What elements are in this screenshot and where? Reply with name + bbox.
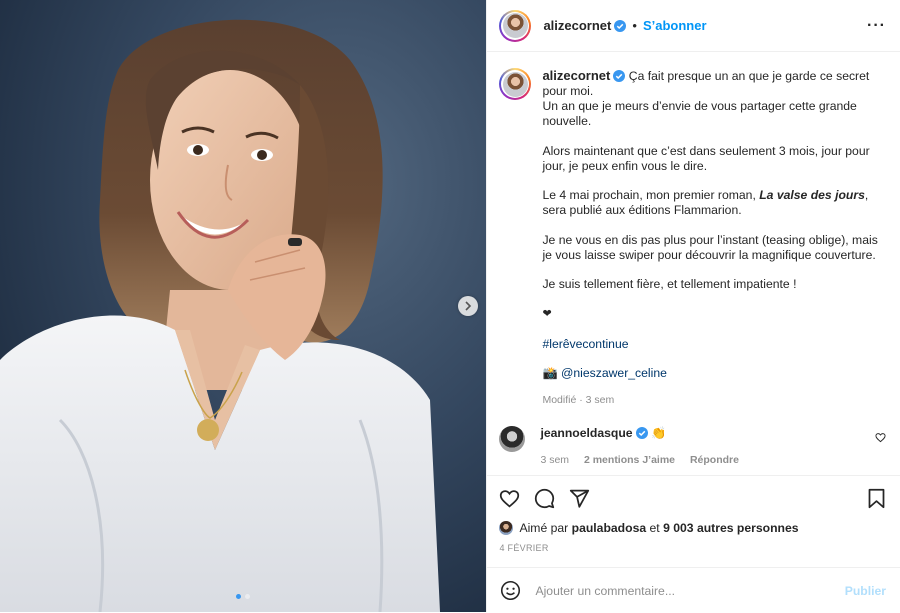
author-avatar[interactable] xyxy=(499,9,532,42)
caption-text: alizecornet Ça fait presque un an que je… xyxy=(542,68,886,408)
more-options-icon[interactable]: ··· xyxy=(867,17,886,35)
caption-para-2: Alors maintenant que c’est dans seulemen… xyxy=(542,143,870,173)
post-header: alizecornet • S’abonner ··· xyxy=(487,0,900,52)
credit-mention-link[interactable]: @nieszawer_celine xyxy=(561,366,667,380)
comment-time[interactable]: 3 sem xyxy=(540,454,569,466)
save-button[interactable] xyxy=(867,488,886,509)
edited-label: Modifié xyxy=(542,393,577,406)
comment-like-heart-icon[interactable] xyxy=(875,432,886,443)
commenter-avatar[interactable] xyxy=(499,425,526,452)
heart-icon xyxy=(500,490,520,508)
bookmark-icon xyxy=(868,488,885,509)
caption-para-3-a: Le 4 mai prochain, mon premier roman, xyxy=(542,188,760,203)
book-title: La valse des jours xyxy=(759,188,865,203)
caption-heart: ❤ xyxy=(542,307,552,320)
commenter-username[interactable]: jeannoeldasque xyxy=(540,426,632,440)
emoji-icon[interactable] xyxy=(500,580,521,601)
publish-button[interactable]: Publier xyxy=(845,584,886,598)
caption-para-4: Je ne vous en dis pas plus pour l’instan… xyxy=(542,232,878,262)
follow-button[interactable]: S’abonner xyxy=(643,18,707,33)
caption-time: 3 sem xyxy=(585,393,615,406)
camera-emoji: 📸 xyxy=(542,366,558,381)
reply-button[interactable]: Répondre xyxy=(690,454,739,466)
verified-badge-icon xyxy=(614,19,627,32)
share-icon xyxy=(570,489,590,508)
carousel-next-button[interactable] xyxy=(458,296,478,316)
hashtag-link[interactable]: #lerêvecontinue xyxy=(542,337,628,351)
carousel-dot xyxy=(245,594,250,599)
liker-avatar[interactable] xyxy=(499,521,514,535)
comment-meta: 3 sem 2 mentions J’aime Répondre xyxy=(540,454,875,466)
caption-username[interactable]: alizecornet xyxy=(542,68,610,83)
liker-username[interactable]: paulabadosa xyxy=(572,521,647,535)
author-username[interactable]: alizecornet xyxy=(543,18,611,33)
header-separator: • xyxy=(632,18,637,33)
chevron-right-icon xyxy=(465,301,472,311)
add-comment-bar: Publier xyxy=(487,567,900,613)
comment-text: 👏 xyxy=(650,425,667,440)
likes-prefix: Aimé par xyxy=(519,521,569,535)
caption-avatar[interactable] xyxy=(499,68,532,100)
post-actions: Aimé par paulabadosa et 9 003 autres per… xyxy=(487,475,900,553)
like-button[interactable] xyxy=(499,488,520,509)
post-date[interactable]: 4 FÉVRIER xyxy=(499,543,886,553)
action-icons xyxy=(499,488,886,509)
comment-body: jeannoeldasque 👏 3 sem 2 mentions J’aime… xyxy=(540,426,875,466)
comment-icon xyxy=(535,488,555,509)
portrait-image xyxy=(0,0,487,612)
comment-item: jeannoeldasque 👏 3 sem 2 mentions J’aime… xyxy=(499,425,886,466)
post-photo[interactable] xyxy=(0,0,487,612)
instagram-post: alizecornet • S’abonner ··· alizecornet … xyxy=(0,0,900,612)
verified-badge-icon xyxy=(635,426,648,439)
comment-button[interactable] xyxy=(534,488,555,509)
comment-likes[interactable]: 2 mentions J’aime xyxy=(584,454,675,466)
caption-meta: Modifié · 3 sem xyxy=(542,393,615,406)
comment-input[interactable] xyxy=(533,582,845,599)
carousel-dot-active xyxy=(236,594,241,599)
caption-para-5: Je suis tellement fière, et tellement im… xyxy=(542,277,797,292)
likes-connector: et xyxy=(649,521,660,535)
carousel-dots xyxy=(236,594,250,599)
post-side-panel: alizecornet • S’abonner ··· alizecornet … xyxy=(486,0,900,612)
verified-badge-icon xyxy=(613,70,626,82)
comments-area[interactable]: alizecornet Ça fait presque un an que je… xyxy=(487,52,900,475)
likes-others-link[interactable]: 9 003 autres personnes xyxy=(663,521,799,535)
post-caption: alizecornet Ça fait presque un an que je… xyxy=(499,68,886,408)
likes-summary: Aimé par paulabadosa et 9 003 autres per… xyxy=(499,521,886,535)
caption-line-2: Un an que je meurs d’envie de vous parta… xyxy=(542,99,857,128)
share-button[interactable] xyxy=(569,488,590,509)
